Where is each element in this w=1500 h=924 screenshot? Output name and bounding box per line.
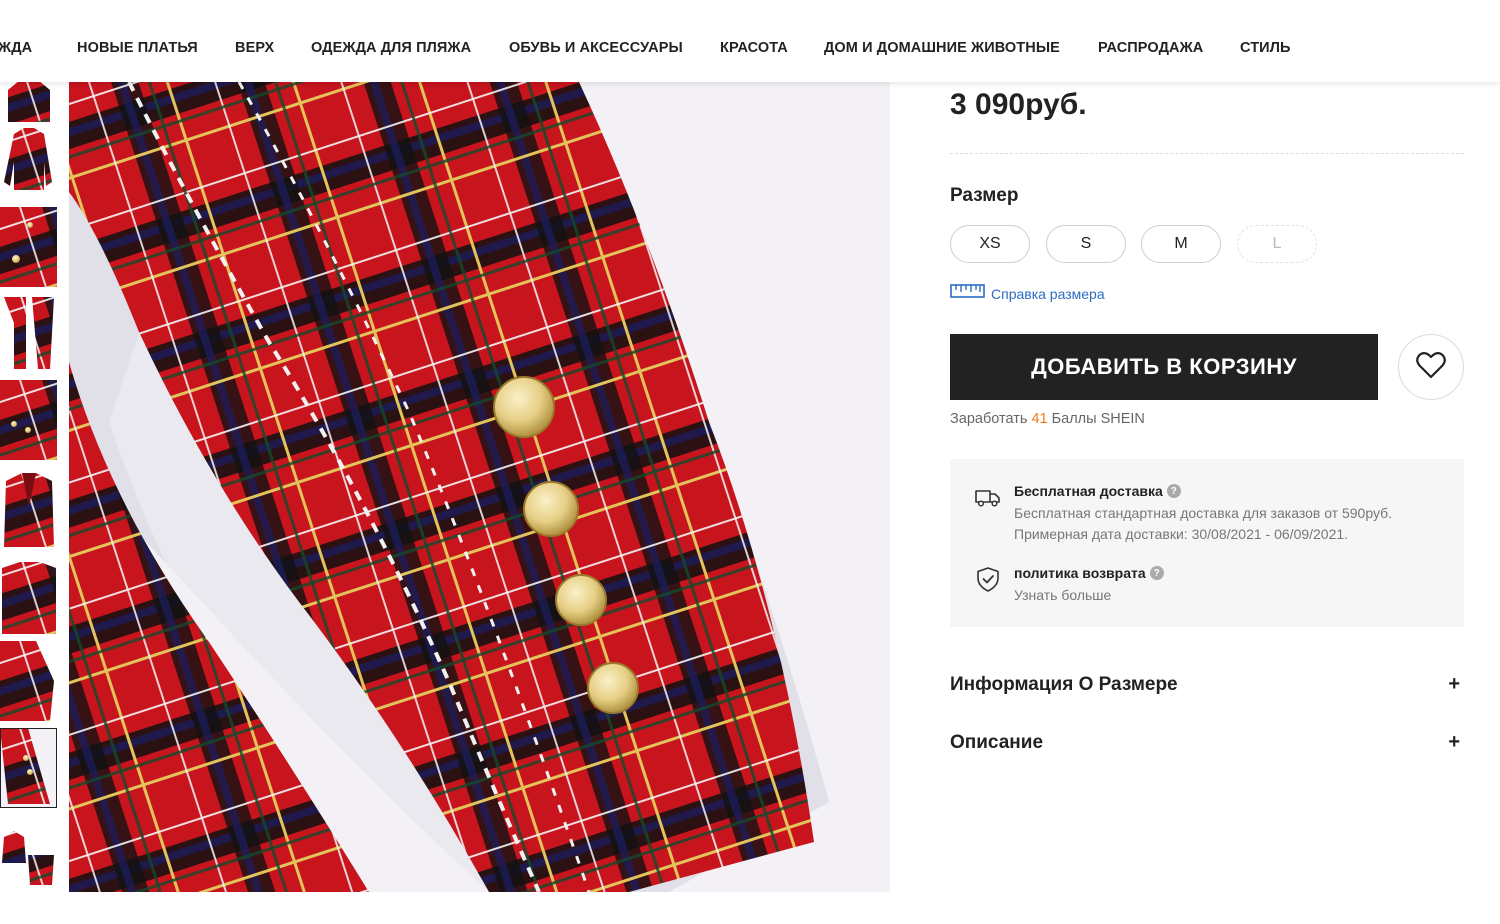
size-info-label: Информация О Размере	[950, 673, 1178, 695]
heart-icon	[1416, 351, 1446, 384]
points-value: 41	[1031, 411, 1048, 427]
size-option-l-unavailable[interactable]: L	[1237, 225, 1317, 263]
shipping-returns-box: Бесплатная доставка? Бесплатная стандарт…	[950, 459, 1464, 627]
thumbnail-5[interactable]	[0, 380, 57, 460]
points-suffix: Баллы SHEIN	[1051, 411, 1145, 427]
size-info-accordion[interactable]: Информация О Размере +	[950, 673, 1464, 696]
nav-item-tops[interactable]: ВЕРХ	[235, 40, 274, 56]
truck-icon	[974, 483, 1002, 511]
plus-icon: +	[1448, 731, 1460, 753]
size-title: Размер	[950, 185, 1019, 206]
thumbnail-10[interactable]	[0, 815, 57, 894]
nav-item-home-pets[interactable]: ДОМ И ДОМАШНИЕ ЖИВОТНЫЕ	[824, 40, 1060, 56]
wishlist-button[interactable]	[1398, 334, 1464, 400]
return-policy-learn-more-link[interactable]: Узнать больше	[1014, 587, 1164, 603]
help-icon[interactable]: ?	[1166, 484, 1181, 498]
size-option-s[interactable]: S	[1046, 225, 1126, 263]
nav-item-new-dresses[interactable]: НОВЫЕ ПЛАТЬЯ	[77, 40, 198, 56]
thumbnail-7[interactable]	[0, 554, 57, 634]
thumbnail-8[interactable]	[0, 641, 57, 721]
free-shipping-row: Бесплатная доставка? Бесплатная стандарт…	[974, 483, 1392, 542]
thumbnail-6[interactable]	[0, 467, 57, 547]
plus-icon: +	[1448, 673, 1460, 695]
thumbnail-2[interactable]	[0, 122, 57, 202]
size-option-m[interactable]: M	[1141, 225, 1221, 263]
thumbnail-strip	[0, 82, 58, 894]
nav-item-beauty[interactable]: КРАСОТА	[720, 40, 788, 56]
size-guide-label: Справка размера	[991, 285, 1105, 302]
thumbnail-9-selected[interactable]	[0, 728, 57, 808]
size-option-xs[interactable]: XS	[950, 225, 1030, 263]
return-policy-title: политика возврата	[1014, 565, 1146, 581]
help-icon[interactable]: ?	[1149, 566, 1164, 580]
shield-check-icon	[974, 565, 1002, 593]
nav-item-sale[interactable]: РАСПРОДАЖА	[1098, 40, 1203, 56]
add-to-cart-button[interactable]: ДОБАВИТЬ В КОРЗИНУ	[950, 334, 1378, 400]
product-main-image[interactable]	[69, 82, 890, 892]
nav-item-style[interactable]: СТИЛЬ	[1240, 40, 1291, 56]
shein-points-text: Заработать 41 Баллы SHEIN	[950, 411, 1145, 427]
thumbnail-4[interactable]	[0, 293, 57, 373]
ruler-icon	[950, 283, 985, 304]
divider	[950, 153, 1464, 154]
description-label: Описание	[950, 731, 1044, 753]
points-prefix: Заработать	[950, 411, 1028, 427]
top-navigation: ЖДА НОВЫЕ ПЛАТЬЯ ВЕРХ ОДЕЖДА ДЛЯ ПЛЯЖА О…	[0, 0, 1500, 82]
thumbnail-3[interactable]	[0, 207, 57, 287]
return-policy-row: политика возврата? Узнать больше	[974, 565, 1164, 603]
size-guide-link[interactable]: Справка размера	[950, 283, 1105, 304]
free-shipping-detail: Бесплатная стандартная доставка для зака…	[1014, 505, 1393, 521]
free-shipping-title: Бесплатная доставка	[1014, 483, 1163, 499]
product-price: 3 090руб.	[950, 88, 1087, 121]
nav-item-shoes[interactable]: ОБУВЬ И АКСЕССУАРЫ	[509, 40, 683, 56]
description-accordion[interactable]: Описание +	[950, 731, 1464, 754]
nav-item-clothing[interactable]: ЖДА	[0, 40, 32, 56]
delivery-estimate: Примерная дата доставки: 30/08/2021 - 06…	[1014, 526, 1349, 542]
nav-item-beachwear[interactable]: ОДЕЖДА ДЛЯ ПЛЯЖА	[311, 40, 471, 56]
